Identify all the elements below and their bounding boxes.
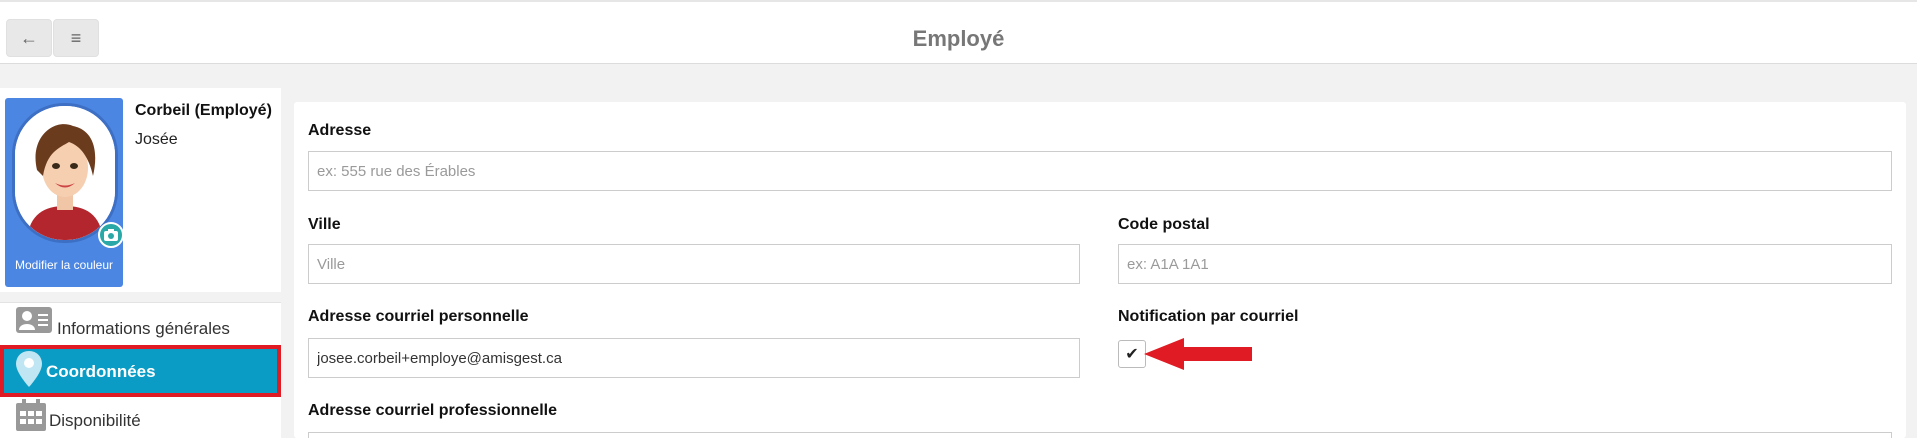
sidebar-item-availability[interactable]: Disponibilité: [0, 397, 281, 438]
city-input[interactable]: [308, 244, 1080, 284]
sidebar-item-general-info[interactable]: Informations générales: [0, 303, 281, 349]
checkmark-icon: ✔: [1125, 346, 1139, 363]
sidebar-item-label: Informations générales: [57, 319, 230, 338]
change-color-label[interactable]: Modifier la couleur: [5, 258, 123, 272]
employee-first-name: Josée: [135, 131, 178, 148]
postal-code-input[interactable]: [1118, 244, 1892, 284]
address-label: Adresse: [308, 122, 372, 139]
sidebar-item-contact[interactable]: Coordonnées: [0, 345, 281, 397]
city-label: Ville: [308, 216, 341, 233]
avatar-color-picker[interactable]: Modifier la couleur: [5, 98, 124, 287]
camera-icon[interactable]: [98, 222, 124, 248]
calendar-icon: [16, 399, 46, 431]
personal-email-label: Adresse courriel personnelle: [308, 308, 529, 325]
employee-last-name: Corbeil (Employé): [135, 102, 272, 119]
top-bar: ← ≡ Employé: [0, 0, 1917, 64]
professional-email-input[interactable]: [308, 432, 1892, 438]
personal-email-input[interactable]: [308, 338, 1080, 378]
sidebar-item-label: Coordonnées: [46, 362, 156, 381]
red-arrow-icon: [1144, 338, 1252, 370]
professional-email-label: Adresse courriel professionnelle: [308, 402, 557, 419]
profile-card: Modifier la couleur Corbeil (Employé) Jo…: [0, 88, 281, 292]
avatar: [12, 103, 118, 243]
id-card-icon: [16, 307, 52, 333]
address-input[interactable]: [308, 151, 1892, 191]
email-notification-checkbox[interactable]: ✔: [1118, 340, 1146, 368]
page-title: Employé: [912, 26, 1005, 51]
sidebar-item-label: Disponibilité: [49, 411, 141, 430]
map-pin-icon: [16, 351, 42, 387]
email-notification-label: Notification par courriel: [1118, 308, 1299, 325]
sidebar: Informations générales Coordonnées Dispo…: [0, 302, 281, 438]
postal-code-label: Code postal: [1118, 216, 1210, 233]
avatar-image: [15, 106, 115, 240]
contact-form: Adresse Ville Code postal Adresse courri…: [294, 102, 1906, 438]
